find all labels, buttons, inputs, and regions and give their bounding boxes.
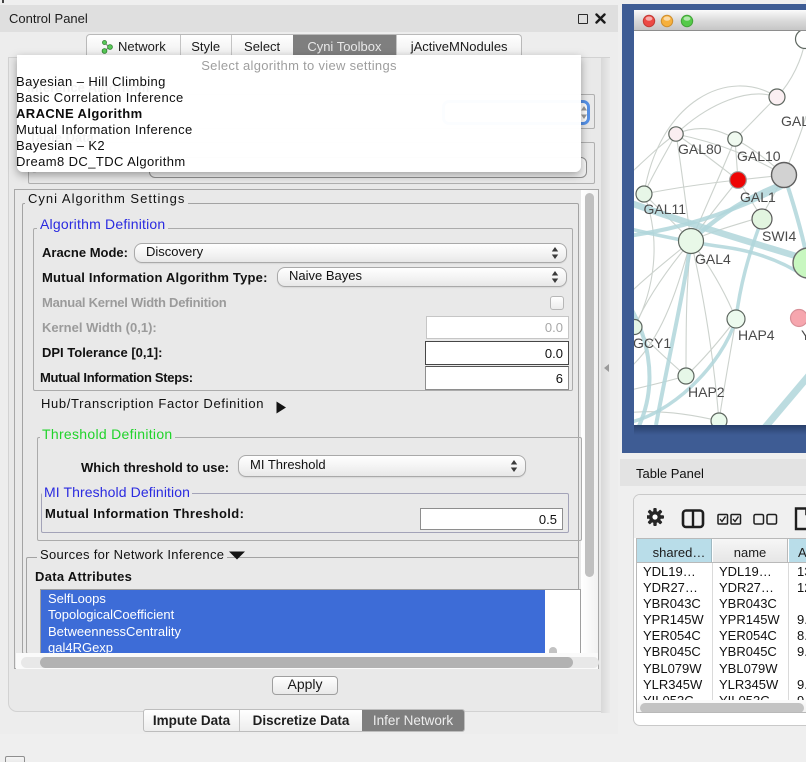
svg-text:HAP2: HAP2 — [688, 384, 725, 400]
svg-text:GAL1: GAL1 — [740, 189, 776, 205]
svg-text:GAL11: GAL11 — [644, 201, 687, 217]
svg-text:GAL80: GAL80 — [678, 141, 722, 157]
svg-text:Y: Y — [801, 327, 806, 343]
svg-text:GAL4: GAL4 — [695, 251, 731, 267]
svg-text:SWI4: SWI4 — [762, 228, 796, 244]
svg-text:GAL: GAL — [781, 113, 806, 129]
svg-text:HAP4: HAP4 — [738, 327, 775, 343]
svg-text:GCY1: GCY1 — [634, 335, 671, 351]
svg-text:GAL10: GAL10 — [737, 148, 781, 164]
